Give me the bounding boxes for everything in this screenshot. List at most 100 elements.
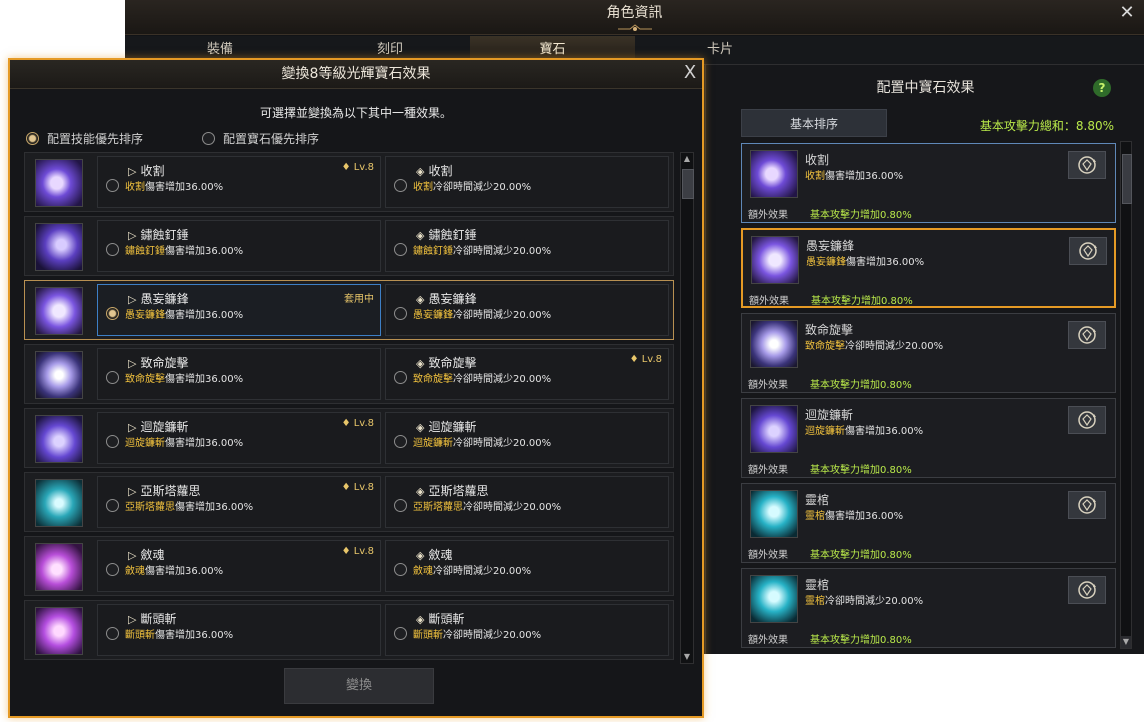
option-effect-value: 冷卻時間減少20.00% — [463, 502, 562, 513]
cooldown-effect-option[interactable]: ◈ 愚妄鐮鋒 愚妄鐮鋒冷卻時間減少20.00% — [385, 284, 669, 336]
damage-effect-option[interactable]: ▷ 鏽蝕釘錘 鏽蝕釘錘傷害增加36.00% — [97, 220, 381, 272]
gem-swap-button[interactable] — [1068, 576, 1106, 604]
option-skill-label: 亞斯塔蘿思 — [428, 484, 489, 498]
scroll-down-arrow-icon[interactable]: ▼ — [1121, 636, 1131, 648]
gem-level-badge: ♦ Lv.8 — [342, 418, 374, 429]
option-effect-text: 迴旋鐮斬傷害增加36.00% — [106, 434, 243, 449]
cooldown-gem-icon: ◈ — [416, 421, 425, 434]
option-effect-value: 冷卻時間減少20.00% — [453, 374, 552, 385]
option-skill-name: ◈ 斂魂 — [416, 546, 452, 563]
option-skill-name: ◈ 亞斯塔蘿思 — [416, 482, 488, 499]
sort-by-gem-radio[interactable] — [202, 132, 215, 145]
option-radio[interactable] — [106, 435, 119, 448]
dialog-instruction: 可選擇並變換為以下其中一種效果。 — [259, 106, 452, 120]
cooldown-effect-option[interactable]: ◈ 斂魂 斂魂冷卻時間減少20.00% — [385, 540, 669, 592]
scrollbar-thumb[interactable] — [1122, 154, 1132, 204]
option-radio[interactable] — [394, 627, 407, 640]
option-radio[interactable] — [106, 179, 119, 192]
swap-button[interactable]: 變換 — [284, 668, 434, 704]
option-radio[interactable] — [106, 499, 119, 512]
gem-swap-button[interactable] — [1068, 321, 1106, 349]
option-radio[interactable] — [394, 435, 407, 448]
damage-effect-option[interactable]: ▷ 愚妄鐮鋒 愚妄鐮鋒傷害增加36.00% 套用中 — [97, 284, 381, 336]
damage-effect-option[interactable]: ▷ 迴旋鐮斬 迴旋鐮斬傷害增加36.00% ♦ Lv.8 — [97, 412, 381, 464]
gem-swap-icon — [1078, 581, 1096, 599]
option-skill-label: 斂魂 — [428, 548, 453, 562]
skill-row: ▷ 亞斯塔蘿思 亞斯塔蘿思傷害增加36.00% ♦ Lv.8 ◈ 亞斯塔蘿思 亞斯塔蘿思冷卻… — [24, 472, 674, 532]
option-effect-value: 傷害增加36.00% — [165, 374, 244, 385]
option-radio[interactable] — [394, 371, 407, 384]
dialog-close-button[interactable]: X — [680, 62, 700, 84]
cooldown-gem-icon: ◈ — [416, 613, 425, 626]
cooldown-effect-option[interactable]: ◈ 斷頭斬 斷頭斬冷卻時間減少20.00% — [385, 604, 669, 656]
gem-swap-icon — [1079, 242, 1097, 260]
spin-scythe-skill-icon — [35, 415, 83, 463]
spin-scythe-skill-icon — [750, 405, 798, 453]
option-radio[interactable] — [106, 627, 119, 640]
option-radio[interactable] — [106, 243, 119, 256]
scroll-down-arrow-icon[interactable]: ▼ — [681, 651, 693, 663]
sort-by-gem-label: 配置寶石優先排序 — [223, 132, 320, 146]
option-radio[interactable] — [106, 371, 119, 384]
gem-swap-button[interactable] — [1068, 406, 1106, 434]
option-effect-text: 亞斯塔蘿思傷害增加36.00% — [106, 498, 253, 513]
extra-effect-value: 基本攻擊力增加0.80% — [810, 635, 912, 646]
gem-effect-text: 迴旋鐮斬傷害增加36.00% — [805, 422, 923, 437]
option-effect-value: 傷害增加36.00% — [165, 438, 244, 449]
fatal-spin-skill-icon — [750, 320, 798, 368]
cooldown-effect-option[interactable]: ◈ 致命旋擊 致命旋擊冷卻時間減少20.00% ♦ Lv.8 — [385, 348, 669, 400]
equipped-gem-card[interactable]: 迴旋鐮斬 迴旋鐮斬傷害增加36.00% 額外效果 基本攻擊力增加0.80% — [741, 398, 1116, 478]
option-radio[interactable] — [394, 307, 407, 320]
option-effect-text: 致命旋擊傷害增加36.00% — [106, 370, 243, 385]
gem-swap-button[interactable] — [1068, 491, 1106, 519]
equipped-gem-card[interactable]: 靈棺 靈棺冷卻時間減少20.00% 額外效果 基本攻擊力增加0.80% — [741, 568, 1116, 648]
option-radio[interactable] — [106, 563, 119, 576]
option-skill-name: ◈ 斷頭斬 — [416, 610, 464, 627]
gem-swap-button[interactable] — [1069, 237, 1107, 265]
cooldown-effect-option[interactable]: ◈ 亞斯塔蘿思 亞斯塔蘿思冷卻時間減少20.00% — [385, 476, 669, 528]
window-close-button[interactable]: ✕ — [1116, 2, 1138, 24]
option-effect-value: 冷卻時間減少20.00% — [433, 566, 532, 577]
damage-effect-option[interactable]: ▷ 致命旋擊 致命旋擊傷害增加36.00% — [97, 348, 381, 400]
damage-effect-option[interactable]: ▷ 斂魂 斂魂傷害增加36.00% ♦ Lv.8 — [97, 540, 381, 592]
option-effect-value: 傷害增加36.00% — [165, 246, 244, 257]
equipped-gem-card[interactable]: 收割 收割傷害增加36.00% 額外效果 基本攻擊力增加0.80% — [741, 143, 1116, 223]
damage-effect-option[interactable]: ▷ 斷頭斬 斷頭斬傷害增加36.00% — [97, 604, 381, 656]
sort-by-skill-option[interactable]: 配置技能優先排序 — [26, 130, 143, 146]
option-skill-name: ▷ 斷頭斬 — [128, 610, 176, 627]
option-skill-label: 鏽蝕釘錘 — [140, 228, 189, 242]
panel-scrollbar[interactable]: ▼ — [1120, 141, 1132, 649]
option-skill-name: ▷ 亞斯塔蘿思 — [128, 482, 200, 499]
option-effect-value: 傷害增加36.00% — [175, 502, 254, 513]
sort-by-gem-option[interactable]: 配置寶石優先排序 — [202, 130, 319, 146]
help-icon[interactable]: ? — [1093, 79, 1111, 97]
gem-effect-swap-dialog: 變換8等級光輝寶石效果 X 可選擇並變換為以下其中一種效果。 配置技能優先排序 … — [8, 58, 704, 718]
list-scrollbar[interactable]: ▲ ▼ — [680, 152, 694, 664]
total-attack-bonus: 基本攻擊力總和：8.80% — [979, 119, 1114, 133]
damage-effect-option[interactable]: ▷ 亞斯塔蘿思 亞斯塔蘿思傷害增加36.00% ♦ Lv.8 — [97, 476, 381, 528]
cooldown-effect-option[interactable]: ◈ 鏽蝕釘錘 鏽蝕釘錘冷卻時間減少20.00% — [385, 220, 669, 272]
option-radio[interactable] — [106, 307, 119, 320]
cooldown-effect-option[interactable]: ◈ 迴旋鐮斬 迴旋鐮斬冷卻時間減少20.00% — [385, 412, 669, 464]
option-radio[interactable] — [394, 179, 407, 192]
damage-effect-option[interactable]: ▷ 收割 收割傷害增加36.00% ♦ Lv.8 — [97, 156, 381, 208]
scroll-up-arrow-icon[interactable]: ▲ — [681, 153, 693, 165]
equipped-gem-card[interactable]: 靈棺 靈棺傷害增加36.00% 額外效果 基本攻擊力增加0.80% — [741, 483, 1116, 563]
fatal-spin-skill-icon — [35, 351, 83, 399]
equipped-gem-card[interactable]: 致命旋擊 致命旋擊冷卻時間減少20.00% 額外效果 基本攻擊力增加0.80% — [741, 313, 1116, 393]
option-effect-text: 愚妄鐮鋒傷害增加36.00% — [106, 306, 243, 321]
damage-gem-icon: ▷ — [128, 229, 137, 242]
gem-swap-button[interactable] — [1068, 151, 1106, 179]
equipped-gem-card[interactable]: 愚妄鐮鋒 愚妄鐮鋒傷害增加36.00% 額外效果 基本攻擊力增加0.80% — [741, 228, 1116, 308]
option-radio[interactable] — [394, 499, 407, 512]
option-radio[interactable] — [394, 243, 407, 256]
skill-row: ▷ 致命旋擊 致命旋擊傷害增加36.00% ◈ 致命旋擊 致命旋擊冷卻時間減少20.00%… — [24, 344, 674, 404]
option-effect-text: 斂魂傷害增加36.00% — [106, 562, 223, 577]
folly-scythe-skill-icon — [35, 287, 83, 335]
option-radio[interactable] — [394, 563, 407, 576]
basic-sort-button[interactable]: 基本排序 — [741, 109, 887, 137]
sort-by-skill-radio[interactable] — [26, 132, 39, 145]
scrollbar-thumb[interactable] — [682, 169, 694, 199]
cooldown-effect-option[interactable]: ◈ 收割 收割冷卻時間減少20.00% — [385, 156, 669, 208]
extra-effect-label: 額外效果 — [748, 380, 788, 391]
